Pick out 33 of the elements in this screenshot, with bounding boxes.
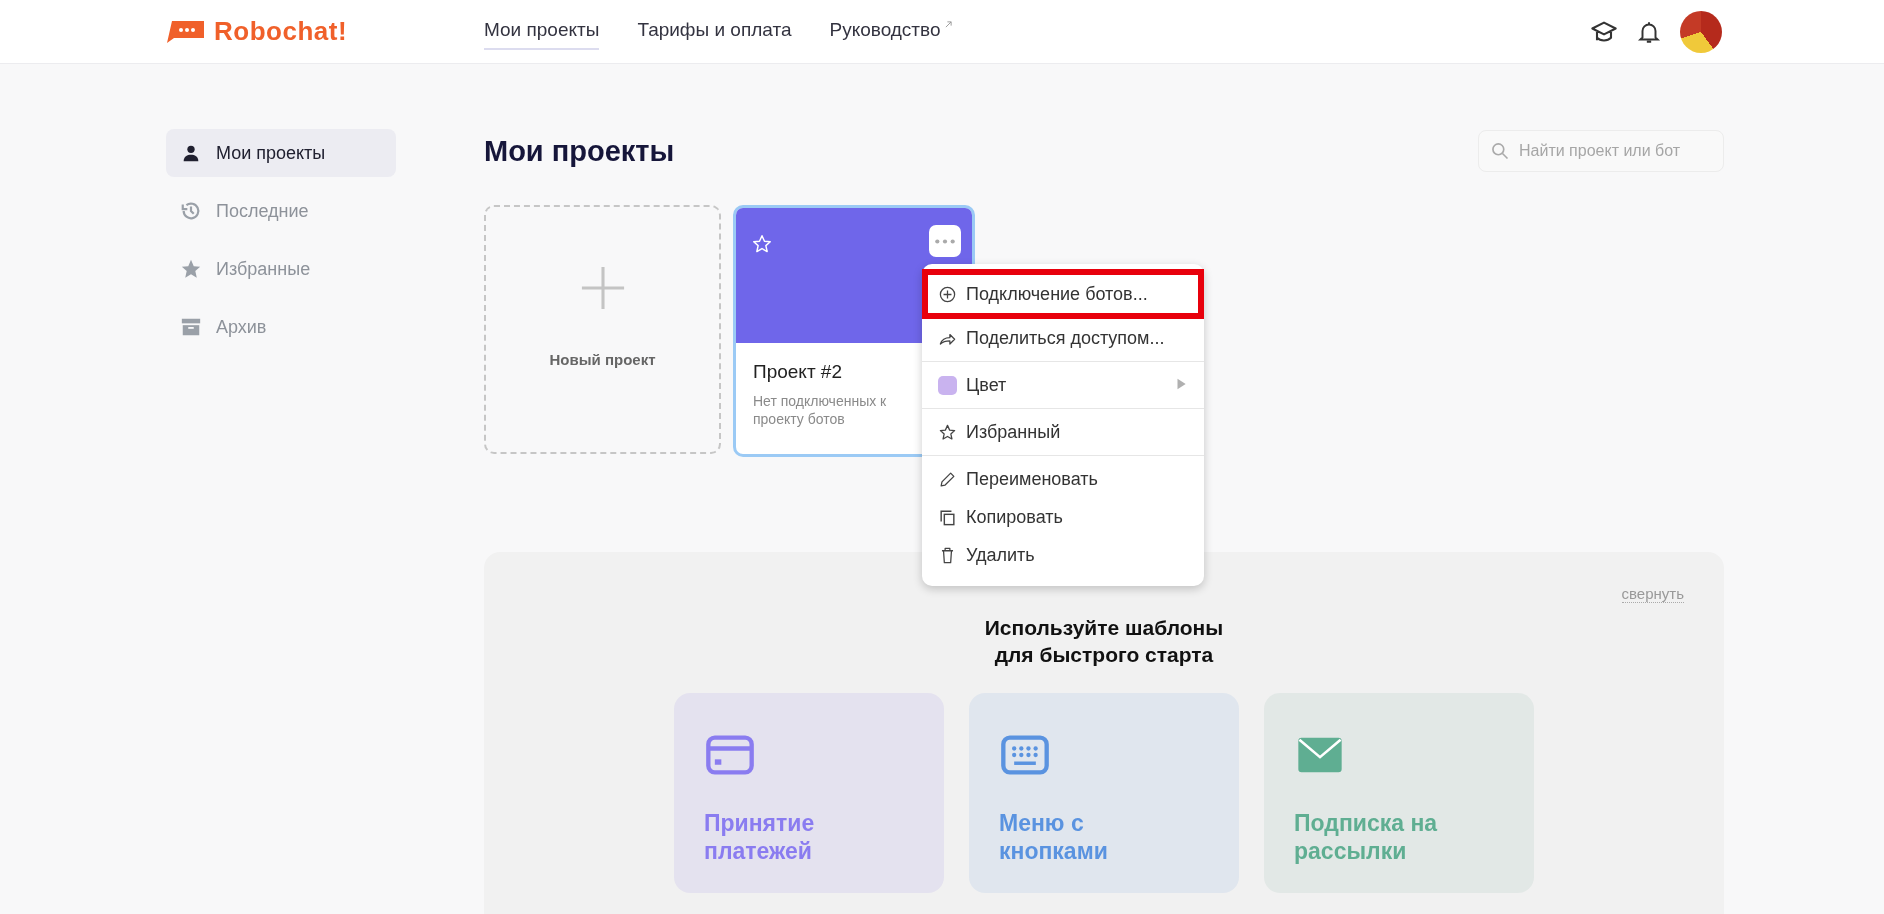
- more-options-button[interactable]: [929, 225, 961, 257]
- copy-icon: [938, 507, 957, 527]
- sidebar-item[interactable]: Мои проекты: [166, 129, 396, 177]
- logo-text: Robochat!: [214, 16, 348, 47]
- nav-link[interactable]: Руководство: [829, 19, 953, 50]
- ellipsis-icon: [935, 238, 955, 244]
- page-title: Мои проекты: [484, 134, 675, 168]
- plus-circle-icon: [938, 284, 957, 304]
- search-icon: [1490, 141, 1510, 161]
- templates-heading: Используйте шаблоны для быстрого старта: [984, 615, 1224, 669]
- new-project-label: Новый проект: [549, 351, 656, 368]
- archive-box-icon: [180, 316, 202, 338]
- nav-link[interactable]: Тарифы и оплата: [637, 19, 792, 50]
- new-project-card[interactable]: Новый проект: [484, 205, 721, 454]
- menu-item[interactable]: Переименовать: [922, 460, 1204, 498]
- plus-icon: [579, 265, 626, 311]
- template-title: Меню с кнопками: [999, 808, 1109, 867]
- template-title: Принятие платежей: [704, 808, 816, 867]
- nav-link[interactable]: Мои проекты: [484, 19, 600, 50]
- search-field[interactable]: Найти проект или бот: [1478, 130, 1724, 172]
- project-description: Нет подключенных к проекту ботов: [753, 393, 888, 428]
- star-icon: [180, 258, 202, 280]
- menu-item[interactable]: Удалить: [922, 536, 1204, 574]
- menu-item[interactable]: Подключение ботов...: [922, 269, 1204, 319]
- chat-bubble-icon: [166, 19, 206, 44]
- template-title: Подписка на рассылки: [1294, 808, 1439, 867]
- star-icon: [751, 233, 773, 255]
- user-avatar[interactable]: [1680, 10, 1722, 53]
- star-icon: [938, 422, 957, 442]
- menu-item[interactable]: Копировать: [922, 498, 1204, 536]
- project-name: Проект #2: [753, 361, 843, 383]
- history-icon: [180, 200, 202, 222]
- external-link-icon: [943, 20, 953, 30]
